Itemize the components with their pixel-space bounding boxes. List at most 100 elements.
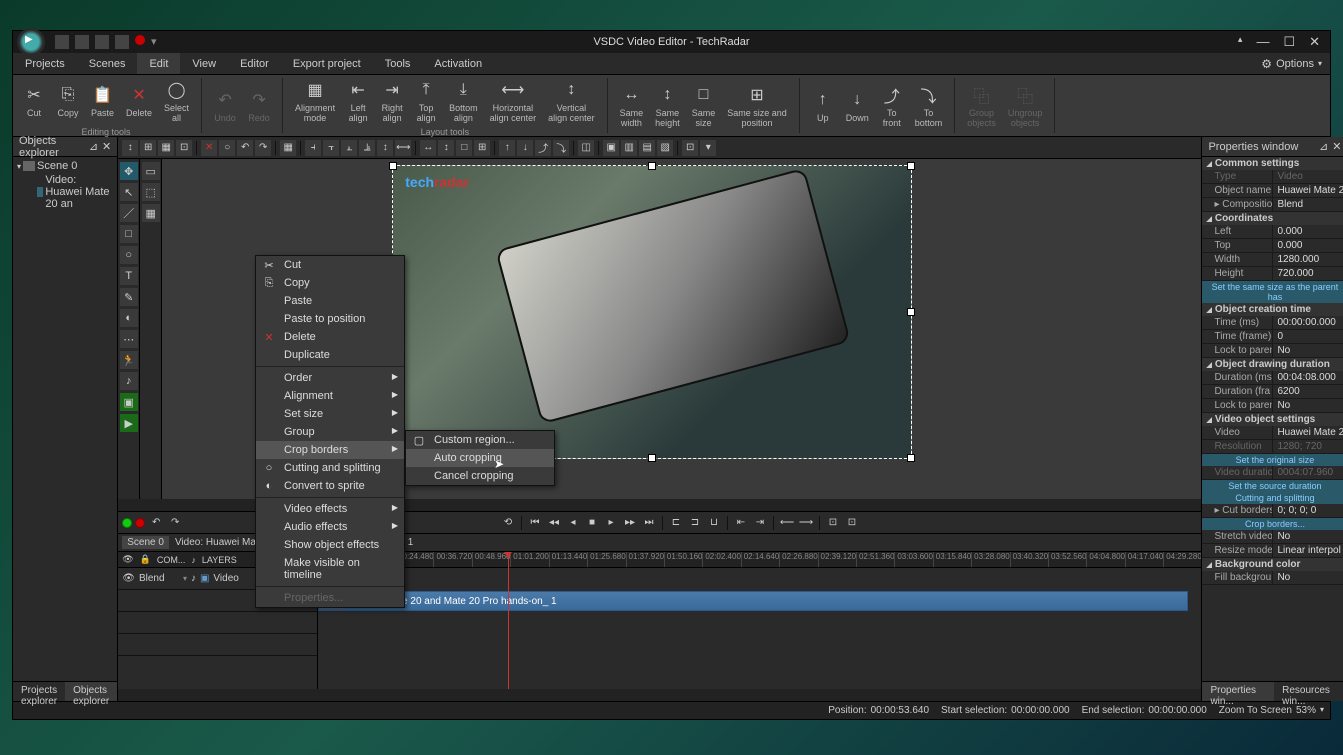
to-button[interactable]: ⤵To bottom	[909, 82, 949, 130]
playhead[interactable]	[508, 552, 509, 689]
select-button[interactable]: ◯Select all	[158, 77, 195, 125]
prop-row[interactable]: Left0.000	[1202, 225, 1343, 239]
left-button[interactable]: ⇤Left align	[341, 77, 375, 125]
toolbar-icon[interactable]: ⊡	[176, 140, 192, 156]
menu-export-project[interactable]: Export project	[281, 53, 373, 74]
resize-handle[interactable]	[907, 308, 915, 316]
resize-handle[interactable]	[907, 454, 915, 462]
eye-icon[interactable]: 👁	[122, 573, 135, 584]
lock-icon[interactable]: 🔒	[140, 554, 151, 565]
ctx-custom-region-[interactable]: ▢Custom region...	[406, 431, 554, 449]
right-button[interactable]: ⇥Right align	[375, 77, 409, 125]
tree-scene[interactable]: ▾ Scene 0	[15, 159, 115, 173]
horizontal-button[interactable]: ⟷Horizontal align center	[484, 77, 543, 125]
prop-row[interactable]: Stretch videoNo	[1202, 530, 1343, 544]
playback-icon[interactable]: ⊏	[668, 515, 684, 531]
tool-icon[interactable]: ／	[120, 204, 138, 222]
toolbar-icon[interactable]: ⟷	[395, 140, 411, 156]
toolbar-icon[interactable]: ⤵	[553, 140, 569, 156]
toolbar-icon[interactable]: ○	[219, 140, 235, 156]
toolbar-icon[interactable]: ▧	[657, 140, 673, 156]
ctx-cancel-cropping[interactable]: Cancel cropping	[406, 467, 554, 485]
playback-icon[interactable]: ⇥	[752, 515, 768, 531]
prop-row[interactable]: Lock to parenNo	[1202, 399, 1343, 413]
tool-icon[interactable]: ↖	[120, 183, 138, 201]
prop-row[interactable]: Time (ms)00:00:00.000	[1202, 316, 1343, 330]
ctx-paste-to-position[interactable]: Paste to position	[256, 310, 404, 328]
remove-track-icon[interactable]	[135, 518, 145, 528]
prop-row[interactable]: Resolution1280; 720	[1202, 440, 1343, 454]
ctx-set-size[interactable]: Set size▶	[256, 405, 404, 423]
prop-row[interactable]: TypeVideo	[1202, 170, 1343, 184]
ctx-group[interactable]: Group▶	[256, 423, 404, 441]
prop-row[interactable]: VideoHuawei Mate 2	[1202, 426, 1343, 440]
tool-icon[interactable]: ♪	[120, 372, 138, 390]
tool-icon[interactable]: ○	[120, 246, 138, 264]
ctx-auto-cropping[interactable]: Auto cropping	[406, 449, 554, 467]
toolbar-icon[interactable]: ↷	[255, 140, 271, 156]
ctx-make-visible-on-timeline[interactable]: Make visible on timeline	[256, 554, 404, 584]
tool-icon[interactable]: 🏃	[120, 351, 138, 369]
toolbar-icon[interactable]: ↶	[237, 140, 253, 156]
prop-row[interactable]: Time (frame)0	[1202, 330, 1343, 344]
ctx-paste[interactable]: Paste	[256, 292, 404, 310]
prop-row[interactable]: Height720.000	[1202, 267, 1343, 281]
object-tree[interactable]: ▾ Scene 0 Video: Huawei Mate 20 an	[13, 157, 117, 681]
ctx-cutting-and-splitting[interactable]: ○Cutting and splitting	[256, 459, 404, 477]
ctx-video-effects[interactable]: Video effects▶	[256, 500, 404, 518]
playback-icon[interactable]: ⏭	[641, 515, 657, 531]
tool-icon[interactable]: ▦	[142, 204, 160, 222]
close-panel-icon[interactable]: ✕	[1332, 140, 1341, 153]
prop-row[interactable]: Resize modeLinear interpol	[1202, 544, 1343, 558]
top-button[interactable]: ⤒Top align	[409, 77, 443, 125]
tab-projects-explorer[interactable]: Projects explorer	[13, 682, 65, 701]
alignment-button[interactable]: ▦Alignment mode	[289, 77, 341, 125]
timeline-ruler[interactable]: 0:00.00000:12.24000:24.48000:36.72000:48…	[318, 552, 1201, 568]
maximize-button[interactable]: ☐	[1283, 34, 1295, 50]
toolbar-icon[interactable]: ⫟	[323, 140, 339, 156]
toolbar-icon[interactable]: ▦	[280, 140, 296, 156]
resize-handle[interactable]	[389, 162, 397, 170]
ctx-alignment[interactable]: Alignment▶	[256, 387, 404, 405]
qat-new-icon[interactable]	[55, 35, 69, 49]
toolbar-icon[interactable]: ⫡	[359, 140, 375, 156]
up-button[interactable]: ↑Up	[806, 87, 840, 125]
down-button[interactable]: ↓Down	[840, 87, 875, 125]
ctx-copy[interactable]: ⎘Copy	[256, 274, 404, 292]
playback-icon[interactable]: ⊔	[706, 515, 722, 531]
eye-icon[interactable]: 👁	[122, 554, 133, 565]
options-area[interactable]: ⚙ Options ▾	[1261, 53, 1330, 74]
timeline-tracks-area[interactable]: 0:00.00000:12.24000:24.48000:36.72000:48…	[318, 552, 1201, 689]
ctx-duplicate[interactable]: Duplicate	[256, 346, 404, 364]
tree-video-item[interactable]: Video: Huawei Mate 20 an	[15, 173, 115, 211]
tool-icon[interactable]: ▭	[142, 162, 160, 180]
toolbar-icon[interactable]: □	[456, 140, 472, 156]
toolbar-icon[interactable]: ↔	[420, 140, 436, 156]
chevron-down-icon[interactable]: ▾	[1320, 705, 1324, 716]
toolbar-icon[interactable]: ↑	[499, 140, 515, 156]
prop-row[interactable]: Duration (ms00:04:08.000	[1202, 371, 1343, 385]
cut-button[interactable]: ✂Cut	[17, 82, 51, 120]
tool-icon[interactable]: ⋯	[120, 330, 138, 348]
prop-row[interactable]: Object nameHuawei Mate 2	[1202, 184, 1343, 198]
menu-view[interactable]: View	[180, 53, 228, 74]
prop-section-header[interactable]: Background color	[1202, 558, 1343, 571]
ctx-cut[interactable]: ✂Cut	[256, 256, 404, 274]
toolbar-icon[interactable]: ⫠	[341, 140, 357, 156]
tool-icon[interactable]: ✎	[120, 288, 138, 306]
toolbar-icon[interactable]: ↕	[377, 140, 393, 156]
video-selection-frame[interactable]: techradar	[392, 165, 912, 459]
playback-icon[interactable]: ⇤	[733, 515, 749, 531]
playback-icon[interactable]: ⊐	[687, 515, 703, 531]
prop-row[interactable]: Top0.000	[1202, 239, 1343, 253]
prop-row[interactable]: Fill backgrouNo	[1202, 571, 1343, 585]
ctx-audio-effects[interactable]: Audio effects▶	[256, 518, 404, 536]
caret-up-icon[interactable]: ▴	[1238, 34, 1243, 50]
toolbar-icon[interactable]: ↷	[167, 515, 183, 531]
toolbar-icon[interactable]: ↓	[517, 140, 533, 156]
tab-properties[interactable]: Properties win...	[1202, 682, 1274, 701]
vertical-button[interactable]: ↕Vertical align center	[542, 77, 601, 125]
prop-section-header[interactable]: Video object settings	[1202, 413, 1343, 426]
toolbar-icon[interactable]: ↶	[148, 515, 164, 531]
tool-icon[interactable]: ▶	[120, 414, 138, 432]
